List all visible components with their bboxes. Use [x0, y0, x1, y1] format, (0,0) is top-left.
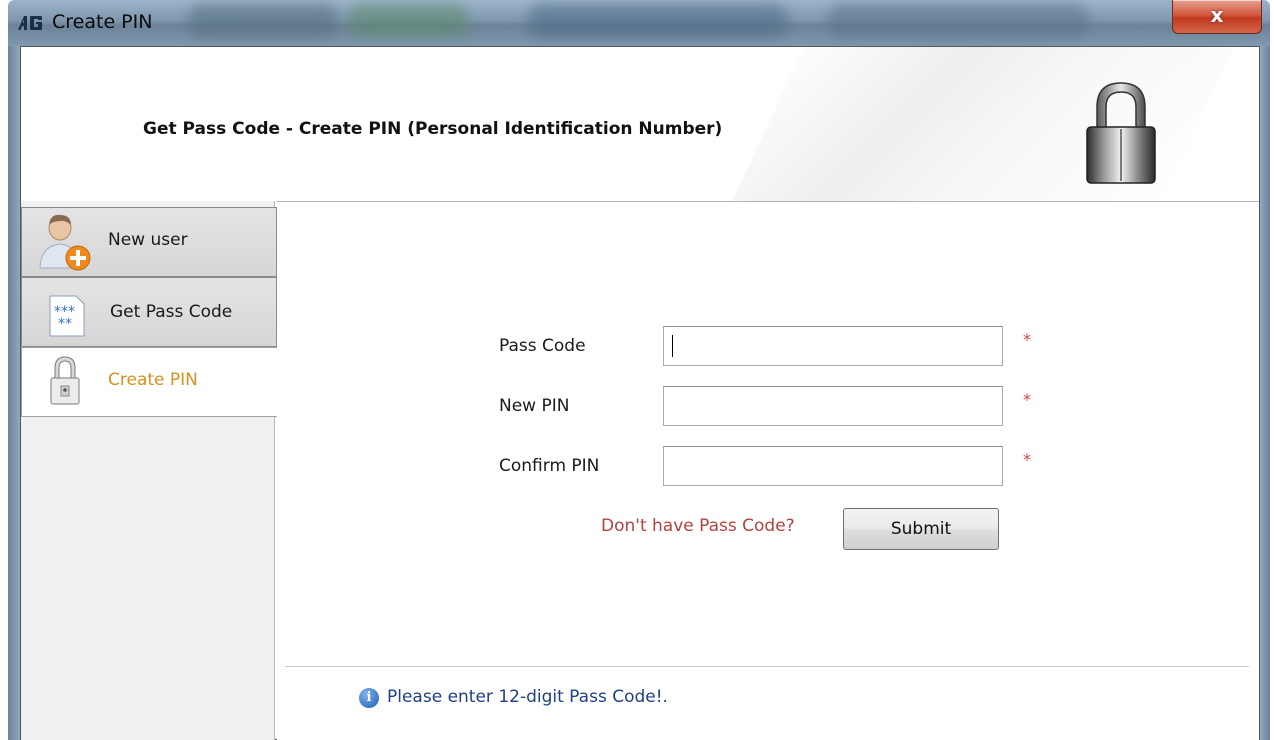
info-icon: i — [359, 688, 379, 708]
window-frame-left — [8, 46, 20, 740]
sidebar-item-new-user[interactable]: New user — [21, 207, 277, 277]
required-marker: * — [1023, 330, 1031, 349]
titlebar-background — [188, 4, 338, 38]
header-banner: Get Pass Code - Create PIN (Personal Ide… — [21, 47, 1259, 201]
create-pin-window: Create PIN x Get Pass Code - Create PIN … — [8, 0, 1270, 740]
sidebar-item-label: New user — [108, 230, 188, 250]
titlebar-background — [828, 4, 1088, 38]
window-title: Create PIN — [52, 11, 153, 33]
header-swoosh — [715, 47, 1253, 201]
sidebar-item-label: Create PIN — [108, 370, 198, 390]
no-pass-code-link[interactable]: Don't have Pass Code? — [601, 516, 795, 536]
lock-icon — [50, 356, 80, 405]
passcode-icon: *** ** — [49, 295, 85, 337]
sidebar-item-label: Get Pass Code — [110, 302, 233, 322]
padlock-icon — [1086, 82, 1156, 184]
app-icon — [16, 13, 44, 33]
user-add-icon — [39, 214, 91, 271]
sidebar-item-create-pin[interactable]: Create PIN — [21, 347, 279, 417]
status-divider — [285, 666, 1249, 667]
sidebar: New user *** ** Get Pass Code Create PIN — [21, 201, 279, 740]
close-icon: x — [1210, 3, 1224, 27]
titlebar-background — [348, 4, 468, 38]
header-title: Get Pass Code - Create PIN (Personal Ide… — [143, 119, 723, 139]
pass-code-label: Pass Code — [499, 336, 586, 356]
new-pin-label: New PIN — [499, 396, 570, 416]
required-marker: * — [1023, 450, 1031, 469]
title-bar[interactable]: Create PIN x — [8, 0, 1270, 46]
window-frame-right — [1260, 46, 1270, 740]
required-marker: * — [1023, 390, 1031, 409]
confirm-pin-input[interactable] — [663, 446, 1003, 486]
text-caret — [672, 335, 673, 357]
close-button[interactable]: x — [1172, 0, 1262, 34]
pass-code-input[interactable] — [663, 326, 1003, 366]
app-logo-icon — [18, 16, 42, 30]
status-message: Please enter 12-digit Pass Code!. — [387, 687, 668, 707]
sidebar-item-get-pass-code[interactable]: *** ** Get Pass Code — [21, 277, 277, 347]
client-area: Get Pass Code - Create PIN (Personal Ide… — [20, 46, 1260, 740]
create-pin-form: Pass Code * New PIN * Confirm PIN * Don'… — [277, 201, 1259, 740]
submit-button[interactable]: Submit — [843, 508, 999, 550]
svg-text:**: ** — [58, 316, 72, 332]
titlebar-background — [528, 4, 788, 38]
new-pin-input[interactable] — [663, 386, 1003, 426]
confirm-pin-label: Confirm PIN — [499, 456, 600, 476]
